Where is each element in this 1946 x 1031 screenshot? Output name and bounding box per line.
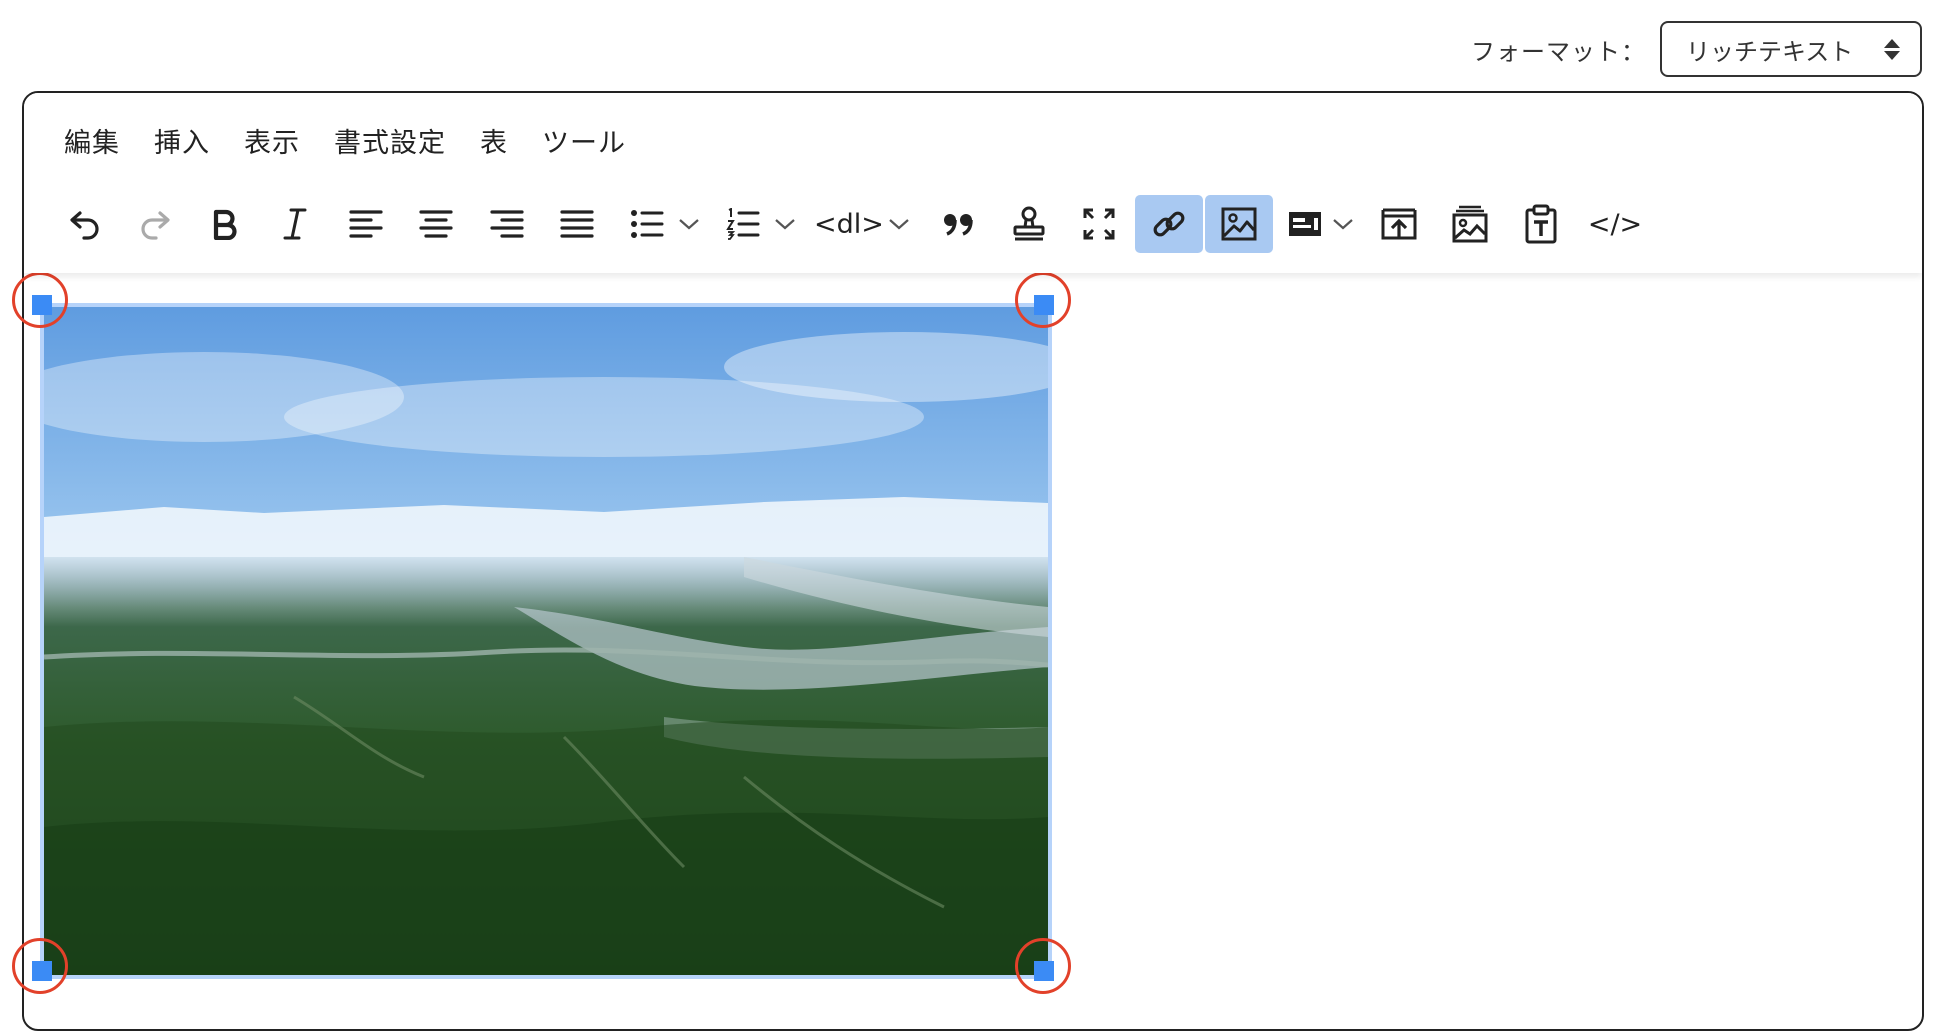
image-icon (1221, 207, 1257, 241)
media-button[interactable] (1278, 195, 1332, 253)
media-dropdown[interactable] (1332, 195, 1354, 253)
undo-icon (70, 211, 99, 240)
definition-list-dropdown[interactable] (888, 195, 910, 253)
menu-edit[interactable]: 編集 (64, 121, 120, 160)
format-select-value: リッチテキスト (1686, 37, 1854, 66)
chevron-down-icon (679, 219, 699, 230)
gallery-icon (1452, 205, 1488, 243)
image-button[interactable] (1205, 195, 1273, 253)
editor-content[interactable] (24, 273, 1922, 1029)
align-right-button[interactable] (480, 195, 534, 253)
selected-image[interactable] (40, 303, 1052, 979)
menubar: 編集 挿入 表示 書式設定 表 ツール (64, 121, 626, 160)
undo-button[interactable] (58, 195, 112, 253)
bullet-list-button[interactable] (620, 195, 674, 253)
annotation-circle-bottom-right (1015, 938, 1071, 994)
align-left-icon (349, 210, 383, 238)
blockquote-button[interactable] (932, 195, 986, 253)
annotation-circle-top-right (1015, 272, 1071, 328)
stamp-icon (1013, 206, 1045, 241)
menu-table[interactable]: 表 (480, 121, 508, 160)
bullet-list-dropdown[interactable] (678, 195, 700, 253)
align-left-button[interactable] (339, 195, 393, 253)
chevron-down-icon (889, 219, 909, 230)
italic-icon (283, 208, 307, 240)
redo-button[interactable] (128, 195, 182, 253)
media-icon (1289, 212, 1321, 236)
align-right-icon (490, 210, 524, 238)
numbered-list-icon (726, 208, 760, 240)
stamp-button[interactable] (1002, 195, 1056, 253)
chevron-down-icon (1333, 219, 1353, 230)
menu-view[interactable]: 表示 (244, 121, 300, 160)
gallery-button[interactable] (1443, 195, 1497, 253)
align-center-icon (419, 210, 453, 238)
justify-icon (560, 210, 594, 238)
align-center-button[interactable] (409, 195, 463, 253)
menu-format[interactable]: 書式設定 (334, 121, 446, 160)
source-code-label: </> (1587, 208, 1643, 240)
bullet-list-icon (631, 210, 664, 238)
format-label: フォーマット： (1471, 37, 1646, 66)
upload-button[interactable] (1372, 195, 1426, 253)
fullscreen-button[interactable] (1072, 195, 1126, 253)
annotation-circle-bottom-left (12, 938, 68, 994)
paste-text-button[interactable] (1514, 195, 1568, 253)
link-icon (1153, 211, 1185, 237)
link-button[interactable] (1135, 195, 1203, 253)
redo-icon (141, 211, 170, 240)
fullscreen-icon (1083, 208, 1115, 240)
rich-text-editor: 編集 挿入 表示 書式設定 表 ツール <dl> </> (22, 91, 1924, 1031)
editor-header: 編集 挿入 表示 書式設定 表 ツール <dl> </> (24, 93, 1922, 273)
bold-button[interactable] (198, 195, 252, 253)
updown-arrow-icon (1884, 38, 1900, 60)
source-code-button[interactable]: </> (1585, 195, 1645, 253)
numbered-list-dropdown[interactable] (774, 195, 796, 253)
upload-icon (1381, 208, 1417, 240)
bold-icon (213, 209, 237, 240)
landscape-photo (44, 307, 1048, 975)
definition-list-button[interactable]: <dl> (814, 195, 884, 253)
chevron-down-icon (775, 219, 795, 230)
blockquote-icon (944, 214, 973, 236)
menu-tools[interactable]: ツール (542, 121, 626, 160)
definition-list-label: <dl> (814, 208, 884, 240)
format-selector-row: フォーマット： リッチテキスト (1471, 21, 1922, 77)
numbered-list-button[interactable] (716, 195, 770, 253)
paste-text-icon (1525, 204, 1557, 244)
italic-button[interactable] (268, 195, 322, 253)
justify-button[interactable] (550, 195, 604, 253)
menu-insert[interactable]: 挿入 (154, 121, 210, 160)
annotation-circle-top-left (12, 272, 68, 328)
format-select[interactable]: リッチテキスト (1660, 21, 1922, 77)
